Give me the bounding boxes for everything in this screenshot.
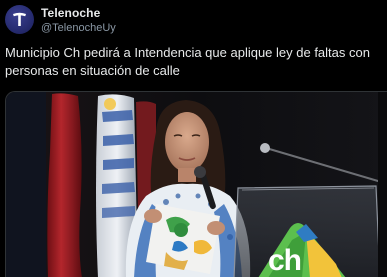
- news-photo: [6, 92, 387, 277]
- tweet-text: Municipio Ch pedirá a Intendencia que ap…: [5, 45, 370, 78]
- tweet-post[interactable]: Telenoche @TelenocheUy Municipio Ch pedi…: [0, 0, 387, 277]
- tweet-media-photo[interactable]: ch: [5, 91, 387, 277]
- telenoche-t-logo-icon: [13, 12, 26, 26]
- podium-sign-text: ch: [268, 244, 302, 277]
- author-handle[interactable]: @TelenocheUy: [41, 22, 116, 34]
- author-display-name[interactable]: Telenoche: [41, 6, 100, 20]
- author-avatar[interactable]: [5, 5, 34, 34]
